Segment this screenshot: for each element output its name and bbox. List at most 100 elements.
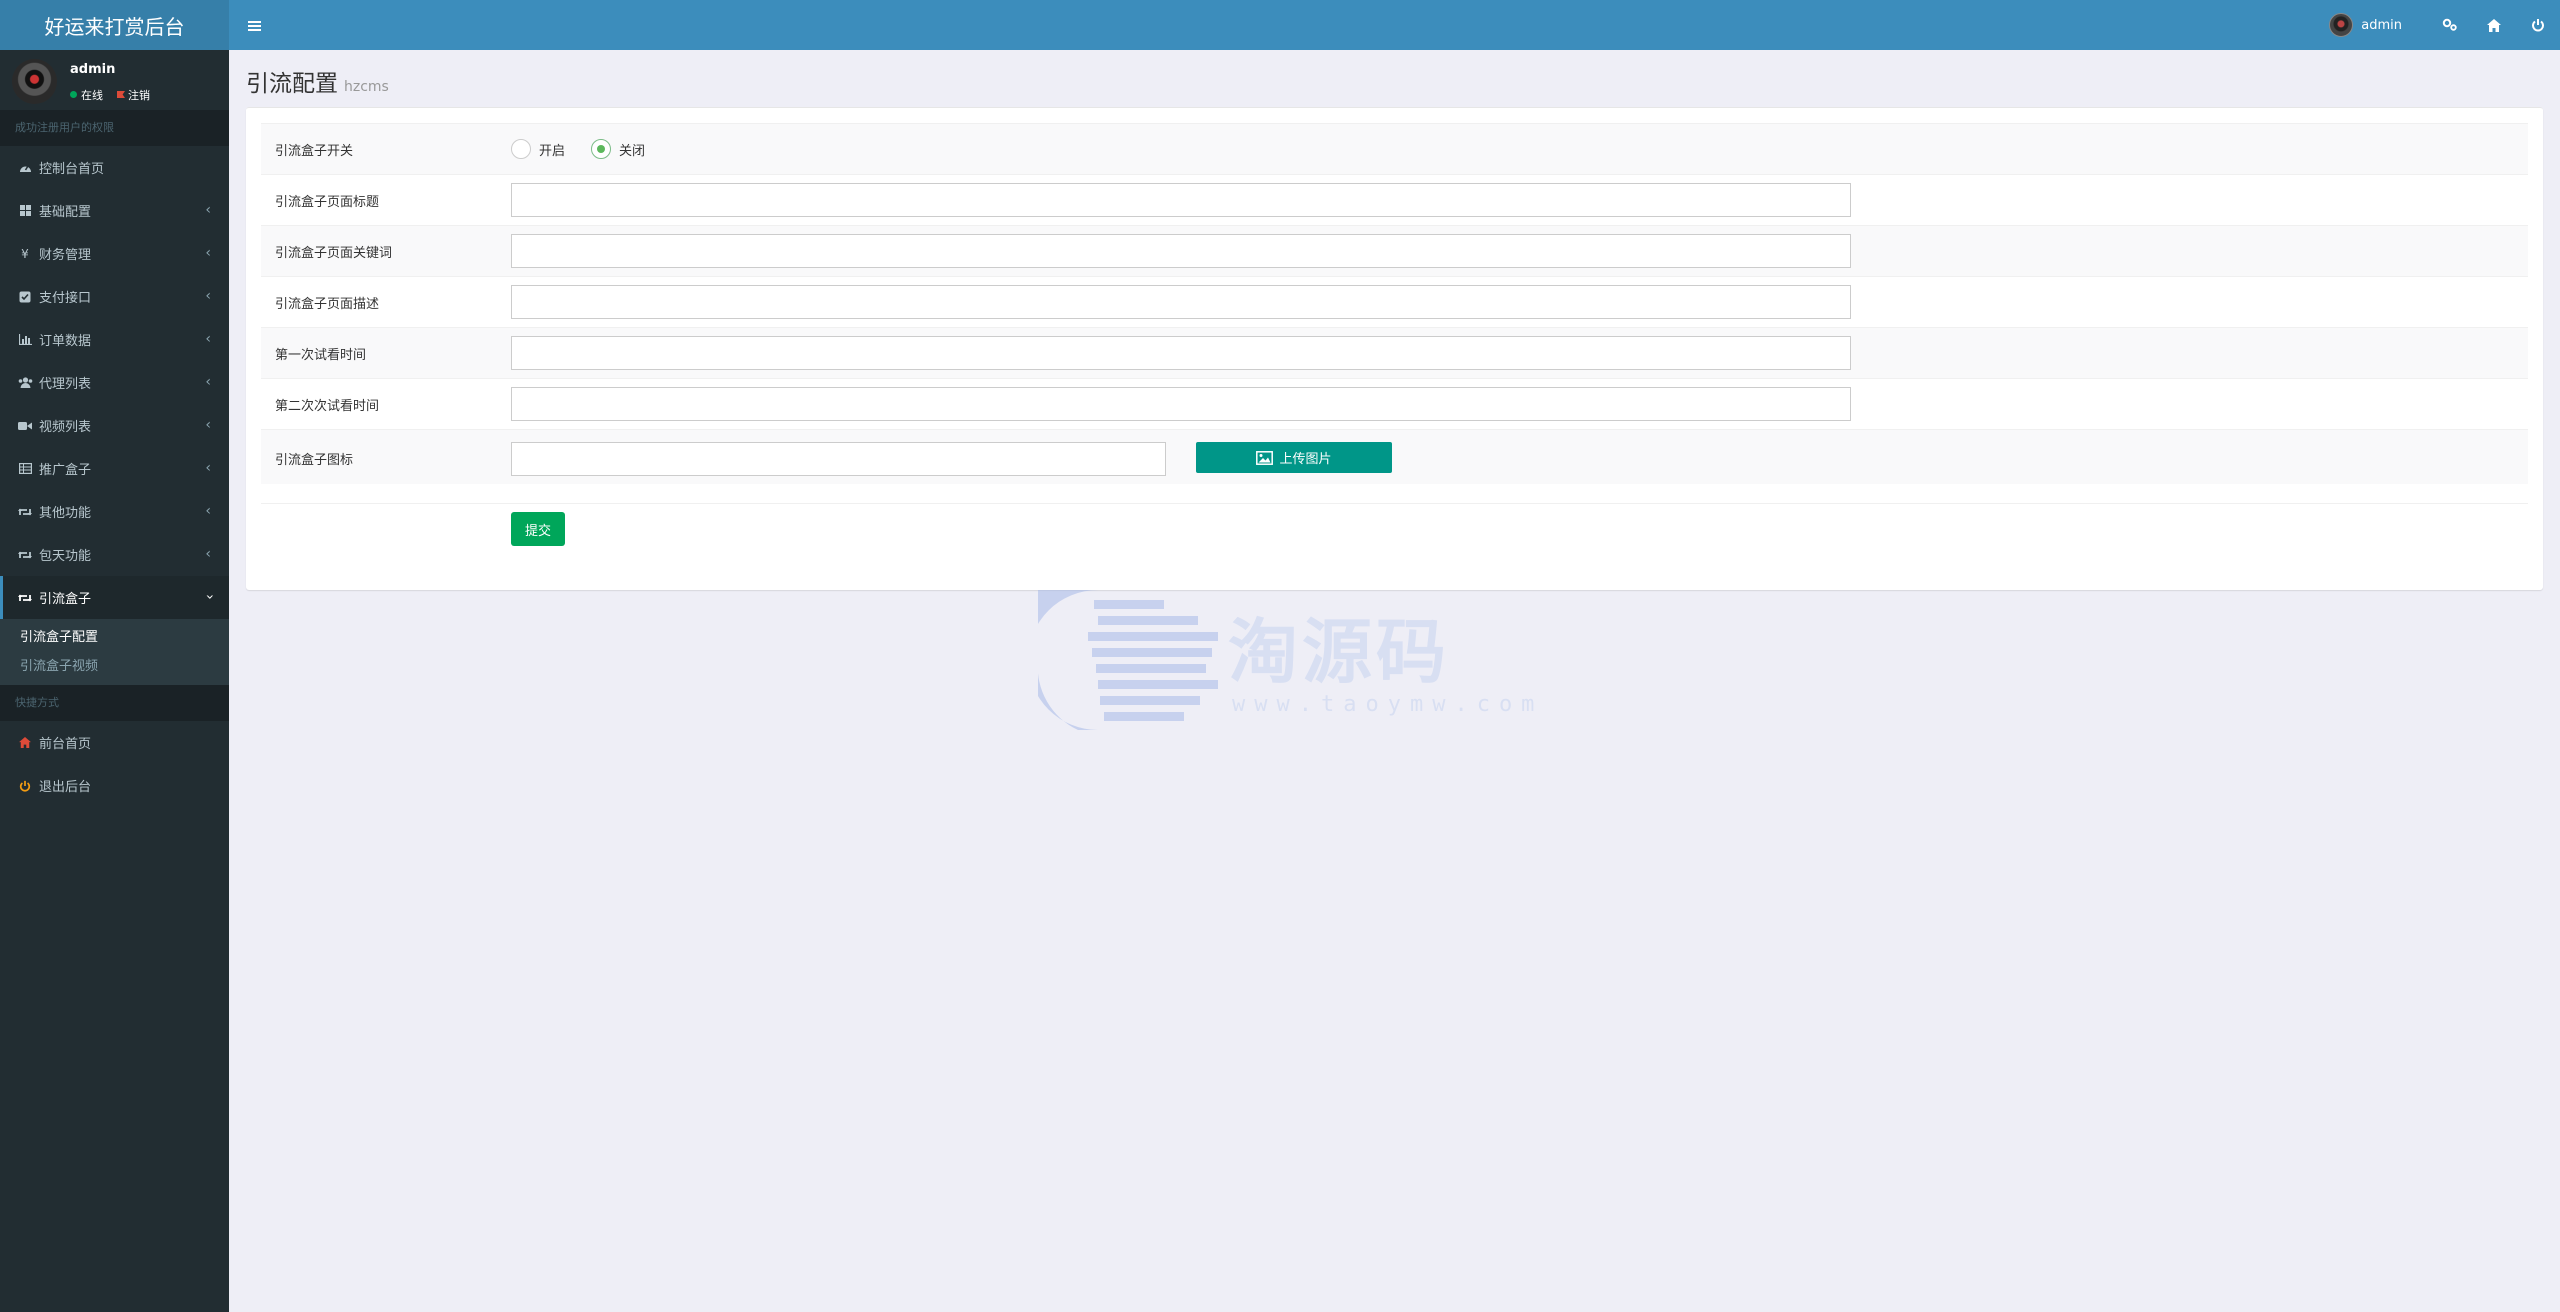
- grid-icon: [17, 205, 33, 216]
- radio-disable[interactable]: [591, 139, 612, 159]
- page-subtitle: hzcms: [344, 79, 389, 95]
- chevron-left-icon: ‹: [205, 288, 211, 304]
- sidebar-item-payment[interactable]: 支付接口 ‹: [0, 275, 229, 318]
- sidebar-item-label: 支付接口: [39, 291, 92, 306]
- upload-image-button[interactable]: 上传图片: [1196, 442, 1392, 473]
- sidebar-item-orders[interactable]: 订单数据 ‹: [0, 318, 229, 361]
- sidebar-item-videos[interactable]: 视频列表 ‹: [0, 404, 229, 447]
- sidebar-item-label: 前台首页: [39, 737, 92, 752]
- sidebar-item-label: 推广盒子: [39, 463, 92, 478]
- user-status: 在线 注销: [70, 87, 150, 103]
- chevron-left-icon: ‹: [205, 331, 211, 347]
- avatar: [12, 59, 57, 104]
- sidebar-item-label: 代理列表: [39, 377, 92, 392]
- form-row-keywords: 引流盒子页面关键词: [261, 225, 2528, 276]
- sidebar-item-label: 订单数据: [39, 334, 92, 349]
- dashboard-icon: [17, 162, 33, 173]
- retweet-icon: [17, 507, 33, 517]
- sidebar-item-dashboard[interactable]: 控制台首页: [0, 146, 229, 189]
- sidebar-item-basic-config[interactable]: 基础配置 ‹: [0, 189, 229, 232]
- page-keywords-input[interactable]: [511, 234, 1851, 268]
- submenu-item-videos[interactable]: 引流盒子视频: [0, 652, 229, 681]
- upload-button-label: 上传图片: [1279, 452, 1332, 467]
- menu-icon: [248, 19, 261, 33]
- sidebar-item-agents[interactable]: 代理列表 ‹: [0, 361, 229, 404]
- yen-icon: ¥: [21, 246, 29, 261]
- user-menu[interactable]: admin: [2329, 13, 2402, 37]
- power-button[interactable]: [2516, 0, 2560, 50]
- top-navbar: admin: [229, 0, 2560, 50]
- sidebar-item-promo-box[interactable]: 推广盒子 ‹: [0, 447, 229, 490]
- sidebar-item-label: 包天功能: [39, 549, 92, 564]
- app-title: 好运来打赏后台: [44, 14, 185, 39]
- sidebar-item-finance[interactable]: ¥ 财务管理 ‹: [0, 232, 229, 275]
- sidebar-item-label: 其他功能: [39, 506, 92, 521]
- video-icon: [17, 421, 33, 431]
- first-trial-time-input[interactable]: [511, 336, 1851, 370]
- online-dot-icon: [70, 91, 77, 98]
- chevron-left-icon: ‹: [205, 460, 211, 476]
- logout-link[interactable]: 注销: [117, 87, 150, 103]
- page-title-text: 引流配置: [246, 71, 338, 97]
- watermark-text: 淘源码: [1228, 611, 1450, 693]
- sidebar-item-label: 控制台首页: [39, 162, 105, 177]
- power-icon: [17, 780, 33, 792]
- sidebar-item-label: 财务管理: [39, 248, 92, 263]
- field-label: 第二次次试看时间: [275, 399, 380, 414]
- power-icon: [2532, 19, 2544, 32]
- page-description-input[interactable]: [511, 285, 1851, 319]
- submenu-item-config[interactable]: 引流盒子配置: [0, 623, 229, 652]
- radio-enable-label: 开启: [539, 143, 566, 159]
- chevron-left-icon: ‹: [205, 374, 211, 390]
- app-logo[interactable]: 好运来打赏后台: [0, 0, 229, 50]
- home-icon: [17, 737, 33, 748]
- shortcut-logout[interactable]: 退出后台: [0, 764, 229, 807]
- form-row-icon: 引流盒子图标 上传图片: [261, 429, 2528, 484]
- sidebar-toggle-button[interactable]: [241, 12, 267, 38]
- form-row-description: 引流盒子页面描述: [261, 276, 2528, 327]
- sidebar-item-label: 退出后台: [39, 780, 92, 795]
- field-label: 引流盒子图标: [275, 453, 354, 468]
- chevron-left-icon: ‹: [205, 503, 211, 519]
- second-trial-time-input[interactable]: [511, 387, 1851, 421]
- home-button[interactable]: [2472, 0, 2516, 50]
- field-label: 引流盒子页面标题: [275, 195, 380, 210]
- switch-radio-group: 开启 关闭: [511, 139, 645, 159]
- sidebar-item-label: 引流盒子: [39, 592, 92, 607]
- page-title-input[interactable]: [511, 183, 1851, 217]
- chevron-left-icon: ‹: [205, 546, 211, 562]
- radio-enable[interactable]: [511, 139, 531, 159]
- table-icon: [17, 463, 33, 474]
- radio-disable-label: 关闭: [619, 143, 646, 159]
- user-name: admin: [2361, 17, 2402, 33]
- chevron-left-icon: ‹: [205, 417, 211, 433]
- sidebar-item-daily-package[interactable]: 包天功能 ‹: [0, 533, 229, 576]
- config-form: 引流盒子开关 开启 关闭 引流盒子页面标题 引流盒子页面关键词 引流盒子页面描述…: [246, 107, 2543, 590]
- submenu-traffic-box: 引流盒子配置 引流盒子视频: [0, 619, 229, 685]
- retweet-icon: [17, 550, 33, 560]
- sidebar-item-traffic-box[interactable]: 引流盒子 ‹: [0, 576, 229, 619]
- shortcut-section-title: 快捷方式: [0, 685, 229, 721]
- image-icon: [1256, 450, 1274, 465]
- field-label: 第一次试看时间: [275, 348, 367, 363]
- submit-button[interactable]: 提交: [511, 512, 565, 546]
- avatar: [2329, 13, 2354, 37]
- chevron-down-icon: ‹: [202, 594, 219, 600]
- watermark-logo-icon: [1038, 590, 1218, 730]
- form-row-first-trial: 第一次试看时间: [261, 327, 2528, 378]
- shortcut-frontend-home[interactable]: 前台首页: [0, 721, 229, 764]
- sidebar-item-other[interactable]: 其他功能 ‹: [0, 490, 229, 533]
- form-row-switch: 引流盒子开关 开启 关闭: [261, 123, 2528, 174]
- icon-path-input[interactable]: [511, 442, 1166, 476]
- navbar-right: admin: [2329, 0, 2560, 50]
- sidebar-section-title: 成功注册用户的权限: [0, 110, 229, 146]
- user-panel: admin 在线 注销: [0, 50, 229, 110]
- users-icon: [17, 377, 33, 388]
- watermark-url: www.taoymw.com: [1232, 692, 1544, 717]
- home-icon: [2487, 18, 2501, 32]
- status-online[interactable]: 在线: [70, 87, 103, 103]
- settings-button[interactable]: [2428, 0, 2472, 50]
- field-label: 引流盒子页面描述: [275, 297, 380, 312]
- sidebar-user-name: admin: [70, 62, 116, 77]
- bar-chart-icon: [17, 334, 33, 345]
